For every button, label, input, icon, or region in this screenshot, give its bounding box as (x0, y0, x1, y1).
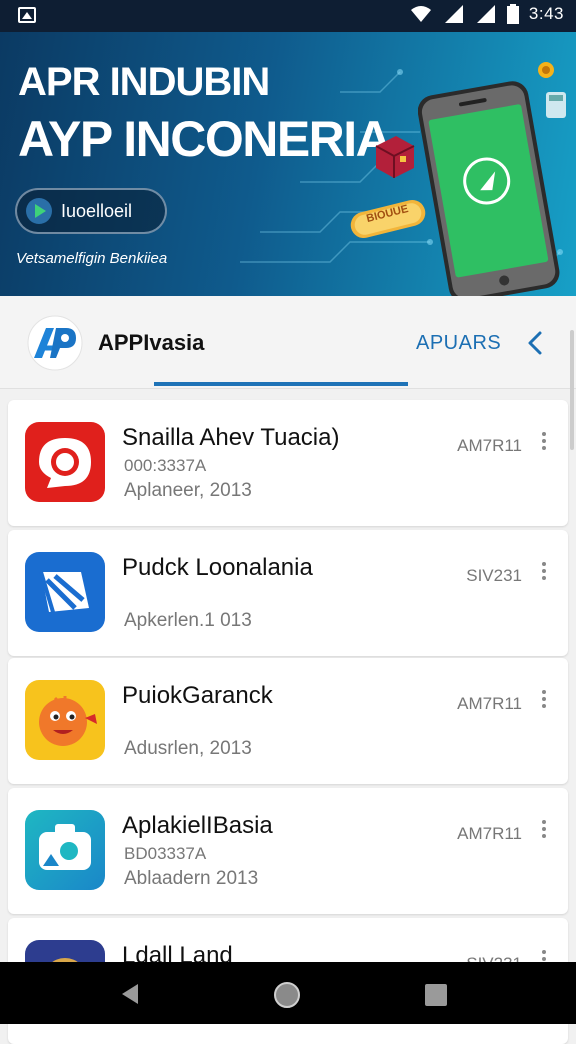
home-icon[interactable] (274, 982, 300, 1008)
orange-face-icon (25, 680, 105, 760)
signal-icon (444, 5, 463, 23)
app-name: AplakielIBasia (122, 812, 273, 839)
camera-badge-icon (25, 810, 105, 890)
app-date: Adusrlen, 2013 (124, 738, 252, 759)
app-date: Apkerlen.1 013 (124, 610, 252, 631)
app-name: PuiokGaranck (122, 682, 273, 709)
chat-bubble-icon (25, 422, 105, 502)
wifi-icon (410, 6, 431, 22)
brand-title: APPIvasia (98, 330, 205, 355)
tab-indicator (154, 382, 408, 386)
list-item[interactable]: AplakielIBasia BD03337A Ablaadern 2013 A… (8, 788, 568, 914)
app-meta: SIV231 (466, 566, 522, 585)
tab-apuars[interactable]: APUARS (416, 332, 501, 355)
more-options-icon[interactable] (540, 562, 548, 586)
app-date: Aplaneer, 2013 (124, 480, 252, 501)
app-name: Pudck Loonalania (122, 554, 313, 581)
app-meta: AM7R11 (457, 824, 522, 843)
more-options-icon[interactable] (540, 432, 548, 456)
list-item[interactable]: PuiokGaranck Adusrlen, 2013 AM7R11 (8, 658, 568, 784)
recents-icon[interactable] (425, 984, 447, 1006)
banner-title-line2: AYP INCONERIA (18, 111, 392, 167)
app-header: APPIvasia APUARS (0, 296, 576, 389)
list-item[interactable]: Pudck Loonalania Apkerlen.1 013 SIV231 (8, 530, 568, 656)
banner-action-label: Iuoelloeil (61, 200, 133, 221)
app-meta: AM7R11 (457, 436, 522, 455)
app-date: Ablaadern 2013 (124, 868, 259, 889)
cube-icon (375, 136, 415, 178)
battery-icon (506, 4, 519, 24)
banner-title-line1: APR INDUBIN (18, 60, 270, 104)
play-icon (26, 198, 52, 224)
signal-2-icon (476, 5, 495, 23)
more-options-icon[interactable] (540, 820, 548, 844)
app-logo-icon[interactable] (26, 314, 84, 372)
status-icons: 3:43 (409, 4, 564, 24)
app-meta: AM7R11 (457, 694, 522, 713)
note-edit-icon (25, 552, 105, 632)
banner-action-button[interactable]: Iuoelloeil (15, 188, 167, 234)
scrollbar[interactable] (570, 330, 574, 450)
list-item[interactable]: Snailla Ahev Tuacia) 000:3337A Aplaneer,… (8, 400, 568, 526)
chevron-left-icon[interactable] (524, 330, 546, 356)
app-name: Snailla Ahev Tuacia) (122, 424, 340, 451)
banner-caption: Vetsamelfigin Benkiiea (16, 250, 168, 267)
calculator-icon (546, 92, 566, 118)
app-id: 000:3337A (124, 456, 207, 475)
coin-icon (538, 62, 554, 78)
status-bar: 3:43 (0, 0, 576, 32)
more-options-icon[interactable] (540, 690, 548, 714)
app-id: BD03337A (124, 844, 207, 863)
clock: 3:43 (528, 4, 564, 23)
promo-banner[interactable]: APR INDUBIN AYP INCONERIA Iuoelloeil Vet… (0, 32, 576, 296)
gallery-notification-icon (18, 7, 36, 23)
system-nav-bar (0, 962, 576, 1024)
back-icon[interactable] (118, 982, 142, 1006)
